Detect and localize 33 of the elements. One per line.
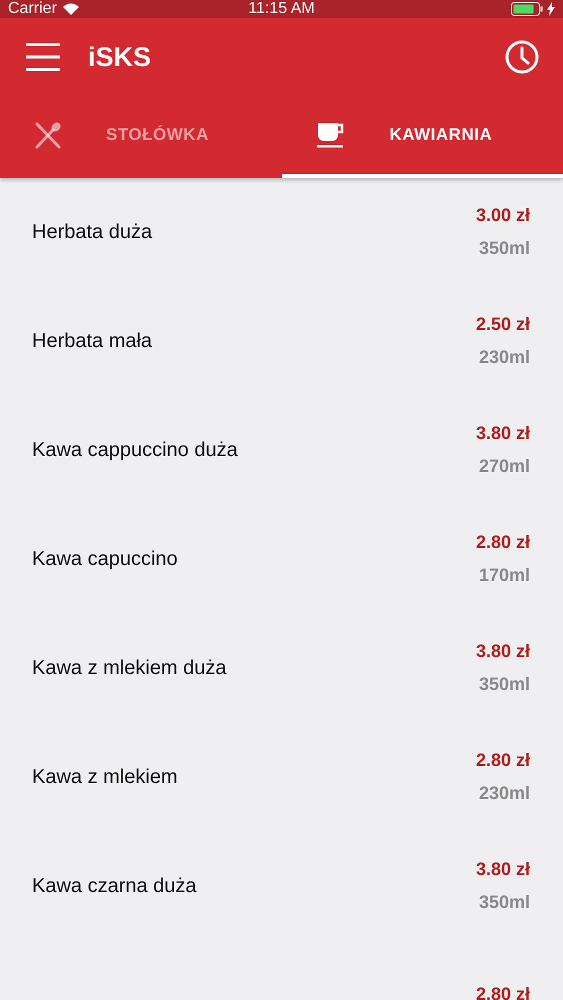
- wifi-icon: [62, 3, 79, 15]
- clock-icon[interactable]: [505, 40, 539, 74]
- item-volume: 270ml: [478, 456, 530, 476]
- item-price: 2.80 zł: [476, 532, 530, 552]
- app-title: iSKS: [88, 42, 152, 72]
- carrier-label: Carrier: [8, 0, 57, 18]
- item-volume: 350ml: [478, 674, 530, 694]
- item-price: 2.80 zł: [476, 750, 530, 770]
- item-volume: 350ml: [478, 238, 530, 258]
- cutlery-icon: [34, 121, 62, 149]
- item-price: 3.00 zł: [476, 204, 530, 226]
- item-name: Kawa cappuccino duża: [32, 439, 238, 461]
- item-name: Herbata duża: [32, 221, 152, 243]
- tab[interactable]: KAWIARNIA: [282, 96, 563, 178]
- item-price: 3.80 zł: [476, 640, 530, 662]
- battery-icon: [511, 2, 544, 16]
- charging-icon: [547, 2, 556, 16]
- item-price: 3.80 zł: [476, 858, 530, 880]
- item-volume: 350ml: [478, 892, 530, 912]
- menu-icon[interactable]: [26, 42, 60, 72]
- item-name: Herbata mała: [32, 330, 152, 352]
- item-volume: 230ml: [478, 782, 530, 804]
- item-price: 2.50 zł: [476, 314, 530, 334]
- item-price: 2.80 zł: [476, 984, 530, 1000]
- status-time: 11:15 AM: [248, 0, 315, 18]
- item-price: 3.80 zł: [476, 422, 530, 444]
- item-volume: 170ml: [478, 564, 530, 586]
- item-name: Kawa z mlekiem duża: [32, 657, 227, 679]
- item-name: Kawa czarna duża: [32, 875, 197, 897]
- cup-icon: [316, 121, 346, 149]
- item-name: Kawa z mlekiem: [32, 766, 178, 788]
- item-volume: 230ml: [478, 346, 530, 368]
- item-name: Kawa capuccino: [32, 548, 178, 570]
